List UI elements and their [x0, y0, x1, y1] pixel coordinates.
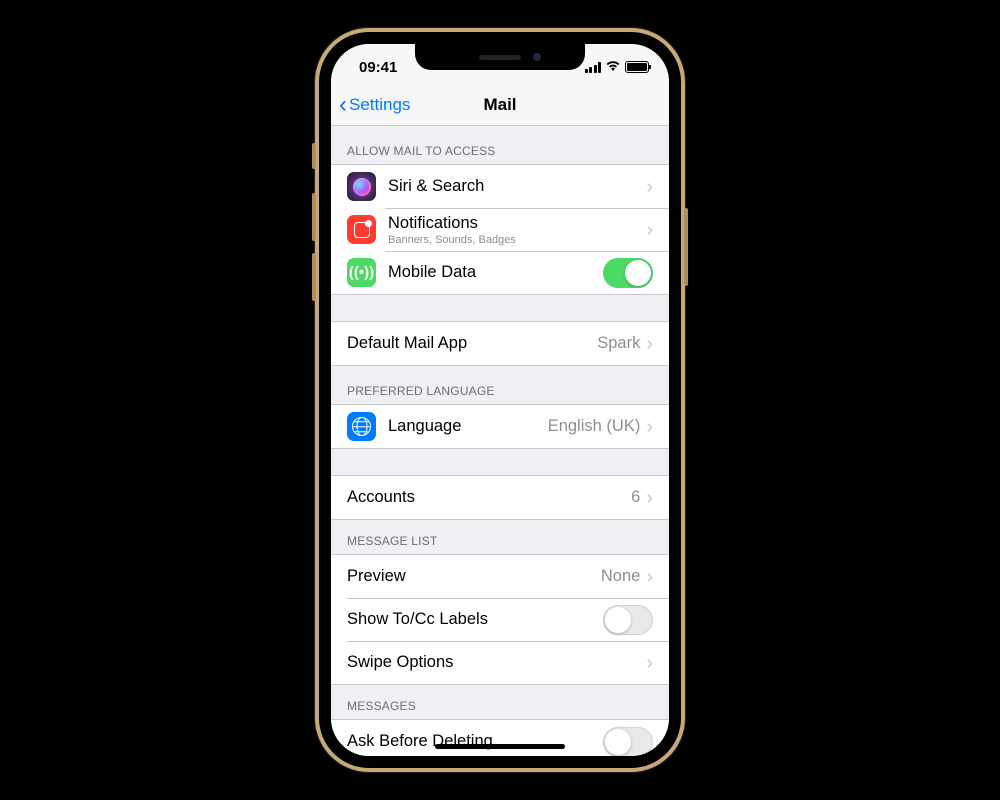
cell-label: Notifications	[388, 214, 646, 233]
row-siri-search[interactable]: Siri & Search ›	[331, 165, 669, 208]
chevron-left-icon: ‹	[339, 93, 347, 117]
home-indicator[interactable]	[435, 744, 565, 749]
volume-down-button[interactable]	[312, 253, 316, 301]
row-swipe-options[interactable]: Swipe Options ›	[331, 641, 669, 684]
row-notifications[interactable]: Notifications Banners, Sounds, Badges ›	[331, 208, 669, 251]
cell-value: 6	[631, 488, 640, 507]
notch	[415, 44, 585, 70]
chevron-right-icon: ›	[646, 334, 653, 354]
cell-value: None	[601, 567, 640, 586]
row-show-tocc: Show To/Cc Labels	[331, 598, 669, 641]
cell-value: English (UK)	[548, 417, 641, 436]
chevron-right-icon: ›	[646, 220, 653, 240]
cell-label: Mobile Data	[388, 263, 603, 282]
row-default-mail-app[interactable]: Default Mail App Spark ›	[331, 322, 669, 365]
mute-switch[interactable]	[312, 143, 316, 169]
cell-label: Accounts	[347, 488, 631, 507]
cell-label: Default Mail App	[347, 334, 597, 353]
show-tocc-toggle[interactable]	[603, 605, 653, 635]
notifications-icon	[347, 215, 376, 244]
phone-frame: 09:41 ‹ Settings Mail	[315, 28, 685, 772]
row-preview[interactable]: Preview None ›	[331, 555, 669, 598]
back-button[interactable]: ‹ Settings	[339, 93, 410, 117]
row-language[interactable]: Language English (UK) ›	[331, 405, 669, 448]
cell-label: Language	[388, 417, 548, 436]
battery-icon	[625, 61, 649, 73]
volume-up-button[interactable]	[312, 193, 316, 241]
cell-sublabel: Banners, Sounds, Badges	[388, 234, 646, 246]
section-header-messages: MESSAGES	[331, 685, 669, 719]
status-time: 09:41	[359, 53, 397, 76]
row-ask-before-deleting: Ask Before Deleting	[331, 720, 669, 756]
screen: 09:41 ‹ Settings Mail	[331, 44, 669, 756]
section-header-access: ALLOW MAIL TO ACCESS	[331, 126, 669, 164]
settings-content[interactable]: ALLOW MAIL TO ACCESS Siri & Search › Not…	[331, 126, 669, 756]
chevron-right-icon: ›	[646, 653, 653, 673]
chevron-right-icon: ›	[646, 488, 653, 508]
cell-label: Preview	[347, 567, 601, 586]
cellular-icon: ((•))	[347, 258, 376, 287]
row-mobile-data: ((•)) Mobile Data	[331, 251, 669, 294]
siri-icon	[347, 172, 376, 201]
cell-value: Spark	[597, 334, 640, 353]
mobile-data-toggle[interactable]	[603, 258, 653, 288]
back-label: Settings	[349, 95, 410, 115]
ask-delete-toggle[interactable]	[603, 727, 653, 757]
globe-icon	[347, 412, 376, 441]
section-header-language: PREFERRED LANGUAGE	[331, 366, 669, 404]
wifi-icon	[605, 60, 621, 74]
cellular-signal-icon	[585, 62, 602, 73]
nav-bar: ‹ Settings Mail	[331, 84, 669, 126]
row-accounts[interactable]: Accounts 6 ›	[331, 476, 669, 519]
chevron-right-icon: ›	[646, 177, 653, 197]
cell-label: Show To/Cc Labels	[347, 610, 603, 629]
cell-label: Siri & Search	[388, 177, 646, 196]
chevron-right-icon: ›	[646, 567, 653, 587]
chevron-right-icon: ›	[646, 417, 653, 437]
nav-title: Mail	[483, 95, 516, 115]
front-camera	[533, 53, 541, 61]
power-button[interactable]	[684, 208, 688, 286]
speaker	[479, 55, 521, 60]
section-header-message-list: MESSAGE LIST	[331, 520, 669, 554]
cell-label: Swipe Options	[347, 653, 646, 672]
